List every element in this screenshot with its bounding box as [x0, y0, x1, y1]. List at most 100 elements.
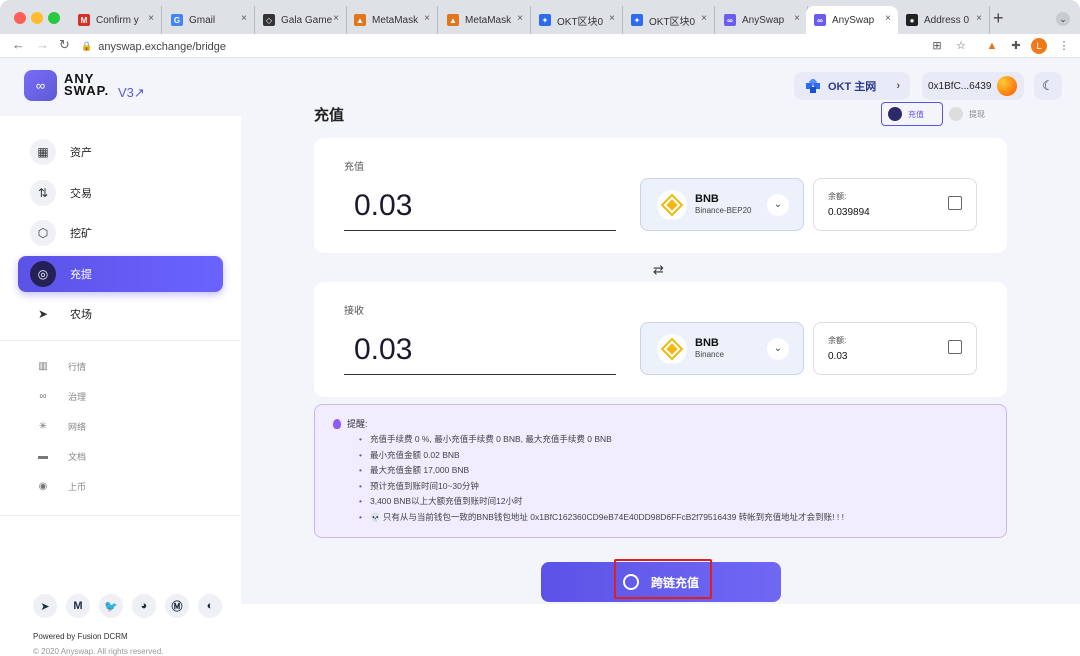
cross-chain-deposit-button[interactable]: 跨链充值 — [541, 562, 781, 602]
coinmarketcap-icon[interactable]: Ⓜ — [165, 594, 189, 618]
forward-icon[interactable]: → — [36, 37, 49, 52]
browser-tab-title: MetaMask — [372, 14, 419, 26]
notice-title-text: 提醒: — [347, 419, 368, 429]
anyswap-logo-icon[interactable]: ∞ — [24, 70, 57, 101]
sidebar-link-docs[interactable]: ▬ 文档 — [36, 447, 86, 465]
new-tab-button[interactable]: + — [993, 8, 1004, 29]
sidebar-link-label: 行情 — [68, 361, 87, 372]
tab-withdraw[interactable]: 提现 — [943, 102, 991, 126]
account-button[interactable]: 0x1BfC...6439 — [922, 72, 1024, 100]
deposit-card: 充值 0.03 BNB Binance-BEP20 ⌄ 余额: 0.039894 — [314, 138, 1007, 253]
submit-label: 跨链充值 — [650, 575, 699, 590]
receive-token-selector[interactable]: BNB Binance ⌄ — [640, 322, 804, 375]
folder-icon: ▬ — [38, 450, 48, 462]
browser-tab[interactable]: ▲ MetaMask × — [439, 6, 531, 34]
close-tab-icon[interactable]: × — [241, 13, 247, 24]
close-tab-icon[interactable]: × — [148, 13, 154, 24]
tab-label: 提现 — [969, 109, 985, 119]
receive-label: 接收 — [344, 306, 364, 317]
browser-tab[interactable]: ● Address 0 × — [898, 6, 990, 34]
notice-item: 💀 只有从与当前钱包一致的BNB钱包地址 0x1BfC162360CD9eB74… — [359, 510, 844, 526]
token-chain: Binance — [695, 349, 724, 359]
deposit-token-selector[interactable]: BNB Binance-BEP20 ⌄ — [640, 178, 804, 231]
sidebar-link-listing[interactable]: ◉ 上币 — [36, 477, 86, 495]
deposit-amount-input[interactable]: 0.03 — [344, 188, 616, 231]
anyswap-icon: ∞ — [724, 14, 736, 26]
browser-tab[interactable]: ◇ Gala Game × — [255, 6, 347, 34]
send-icon: ➤ — [37, 307, 49, 321]
notice-box: 提醒: 充值手续费 0 %, 最小充值手续费 0 BNB, 最大充值手续费 0 … — [314, 404, 1007, 538]
max-balance-icon[interactable] — [948, 340, 962, 354]
medium-icon[interactable]: M — [66, 594, 90, 618]
bridge-icon — [622, 574, 639, 590]
browser-menu-icon[interactable]: ⋮ — [1056, 38, 1072, 54]
browser-tab[interactable]: ∞ AnySwap × — [716, 6, 808, 34]
close-window-button[interactable] — [14, 12, 26, 24]
deposit-label: 充值 — [344, 162, 364, 173]
bookmark-star-icon[interactable]: ☆ — [953, 38, 969, 54]
browser-tab-title: Address 0 — [924, 14, 970, 26]
close-tab-icon[interactable]: × — [517, 13, 523, 24]
chevron-down-icon: ⌄ — [767, 338, 789, 360]
metamask-icon: ▲ — [447, 14, 459, 26]
withdraw-icon — [949, 107, 963, 121]
sidebar-item-trade[interactable]: ⇅ 交易 — [18, 175, 223, 211]
chevron-right-icon: › — [896, 80, 900, 92]
close-tab-icon[interactable]: × — [424, 13, 430, 24]
swap-arrows-icon: ⇅ — [30, 180, 56, 206]
tab-deposit[interactable]: 充值 — [881, 102, 943, 126]
tab-search-button[interactable]: ⌄ — [1056, 12, 1070, 26]
swap-direction-icon[interactable]: ⇄ — [653, 262, 664, 278]
translate-icon[interactable]: ⊞ — [929, 38, 945, 54]
notice-item: 3,400 BNB以上大额充值到账时间12小时 — [359, 494, 844, 510]
network-selector-button[interactable]: OKT 主网 › — [794, 72, 910, 100]
browser-tab[interactable]: M Confirm y × — [70, 6, 162, 34]
network-label: OKT 主网 — [828, 81, 877, 93]
sidebar-item-mining[interactable]: ⬡ 挖矿 — [18, 215, 223, 251]
close-tab-icon[interactable]: × — [609, 13, 615, 24]
profile-avatar[interactable]: L — [1031, 38, 1047, 54]
chevron-down-icon: ⌄ — [767, 194, 789, 216]
telegram-icon[interactable]: ➤ — [33, 594, 57, 618]
close-tab-icon[interactable]: × — [701, 13, 707, 24]
sidebar-link-governance[interactable]: ∞ 治理 — [36, 387, 86, 405]
sidebar-item-farm[interactable]: ➤ 农场 — [18, 296, 223, 332]
close-tab-icon[interactable]: × — [794, 13, 800, 24]
browser-tab[interactable]: ▲ MetaMask × — [346, 6, 438, 34]
version-link[interactable]: V3↗ — [118, 85, 145, 101]
reload-icon[interactable]: ↻ — [59, 37, 70, 53]
metamask-extension-icon[interactable]: ▲ — [984, 38, 1000, 54]
coin-icon: ◉ — [38, 480, 48, 492]
app-root: ∞ ANY SWAP. V3↗ OKT 主网 › 0x1BfC...6439 ☾… — [0, 58, 1080, 656]
sidebar-item-assets[interactable]: ▦ 资产 — [18, 134, 223, 170]
sidebar-link-network[interactable]: ✳ 网络 — [36, 417, 86, 435]
maximize-window-button[interactable] — [48, 12, 60, 24]
receive-balance-box: 余额: 0.03 — [813, 322, 977, 375]
browser-tab[interactable]: ✦ OKT区块0 × — [531, 6, 623, 34]
okt-network-icon — [806, 77, 820, 93]
gala-icon: ◇ — [263, 14, 275, 26]
sidebar-item-bridge[interactable]: ◎ 充提 — [18, 256, 223, 292]
sidebar-item-label: 农场 — [70, 309, 92, 321]
extensions-puzzle-icon[interactable]: ✚ — [1008, 38, 1024, 54]
google-icon: G — [171, 14, 183, 26]
github-icon[interactable]: ◕ — [132, 594, 156, 618]
browser-tab[interactable]: ✦ OKT区块0 × — [623, 6, 715, 34]
sidebar-link-label: 治理 — [68, 391, 87, 402]
sidebar-link-market[interactable]: ▥ 行情 — [36, 357, 86, 375]
close-tab-icon[interactable]: × — [976, 13, 982, 24]
close-tab-icon[interactable]: × — [885, 13, 891, 24]
minimize-window-button[interactable] — [31, 12, 43, 24]
hexagon-icon: ⬡ — [30, 220, 56, 246]
coingecko-icon[interactable]: ◐ — [198, 594, 222, 618]
back-icon[interactable]: ← — [12, 37, 25, 52]
twitter-icon[interactable]: 🐦 — [99, 594, 123, 618]
browser-tab[interactable]: ∞ AnySwap × — [806, 6, 898, 34]
dark-mode-toggle[interactable]: ☾ — [1034, 72, 1062, 100]
max-balance-icon[interactable] — [948, 196, 962, 210]
url-field[interactable]: 🔒 anyswap.exchange/bridge — [81, 37, 917, 56]
close-tab-icon[interactable]: × — [333, 13, 339, 24]
receive-amount-input[interactable]: 0.03 — [344, 332, 616, 375]
sidebar: ▦ 资产 ⇅ 交易 ⬡ 挖矿 ◎ 充提 ➤ 农场 ▥ 行情 ∞ 治理 ✳ 网络 ▬ 文档 ◉ 上币 … — [0, 116, 241, 656]
browser-tab[interactable]: G Gmail × — [163, 6, 255, 34]
